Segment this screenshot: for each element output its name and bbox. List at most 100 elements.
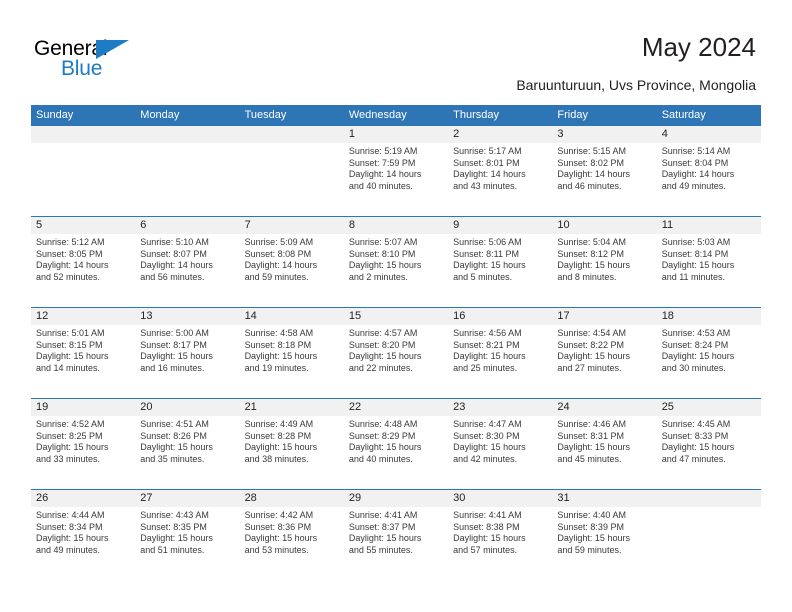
day-number-19[interactable]: 19: [31, 399, 135, 416]
day-cell-4[interactable]: Sunrise: 5:14 AM Sunset: 8:04 PM Daylight:…: [657, 143, 761, 216]
day-cell-31[interactable]: Sunrise: 4:40 AM Sunset: 8:39 PM Daylight:…: [552, 507, 656, 580]
calendar-page: General Blue May 2024 Baruunturuun, Uvs …: [0, 0, 792, 612]
day-28-sunset: Sunset: 8:36 PM: [244, 521, 312, 532]
day-23-daylight2: and 42 minutes.: [453, 453, 518, 464]
day-cell-14[interactable]: Sunrise: 4:58 AM Sunset: 8:18 PM Daylight:…: [240, 325, 344, 398]
day-cell-30[interactable]: Sunrise: 4:41 AM Sunset: 8:38 PM Daylight:…: [448, 507, 552, 580]
day-23-sunset: Sunset: 8:30 PM: [453, 430, 520, 441]
day-cell-20[interactable]: Sunrise: 4:51 AM Sunset: 8:26 PM Daylight:…: [135, 416, 239, 489]
day-number-25[interactable]: 25: [657, 399, 761, 416]
day-29-daylight1: Daylight: 15 hours: [348, 533, 422, 544]
day-number-21[interactable]: 21: [240, 399, 344, 416]
calendar-week-row: 12 13 14 15 16 17 18 Sunrise: 5:01 AM Sunset: 8:…: [31, 307, 761, 398]
general-blue-logo[interactable]: General Blue: [34, 37, 149, 82]
day-cell-7[interactable]: Sunrise: 5:09 AM Sunset: 8:08 PM Daylight:…: [240, 234, 344, 307]
day-7-sunset: Sunset: 8:08 PM: [244, 248, 312, 259]
day-22-daylight2: and 40 minutes.: [348, 453, 413, 464]
weekday-header-row: Sunday Monday Tuesday Wednesday Thursday Frid…: [31, 105, 761, 126]
day-cell-5[interactable]: Sunrise: 5:12 AM Sunset: 8:05 PM Daylight:…: [31, 234, 135, 307]
day-number-2[interactable]: 2: [448, 126, 552, 143]
day-number-4[interactable]: 4: [657, 126, 761, 143]
day-5-sunset: Sunset: 8:05 PM: [36, 248, 103, 259]
day-cell-11[interactable]: Sunrise: 5:03 AM Sunset: 8:14 PM Daylight:…: [657, 234, 761, 307]
day-number-28[interactable]: 28: [240, 490, 344, 507]
day-number-3[interactable]: 3: [552, 126, 656, 143]
day-number-26[interactable]: 26: [31, 490, 135, 507]
day-10-daylight1: Daylight: 15 hours: [557, 260, 630, 271]
day-number-23[interactable]: 23: [448, 399, 552, 416]
day-number-18[interactable]: 18: [657, 308, 761, 325]
day-cell-10[interactable]: Sunrise: 5:04 AM Sunset: 8:12 PM Daylight:…: [552, 234, 656, 307]
week-detail-row: Sunrise: 4:52 AM Sunset: 8:25 PM Daylight:…: [31, 416, 761, 489]
page-title: May 2024: [641, 32, 756, 62]
day-cell-25[interactable]: Sunrise: 4:45 AM Sunset: 8:33 PM Daylight:…: [657, 416, 761, 489]
day-number-1[interactable]: 1: [344, 126, 448, 143]
day-cell-24[interactable]: Sunrise: 4:46 AM Sunset: 8:31 PM Daylight:…: [552, 416, 656, 489]
day-cell-27[interactable]: Sunrise: 4:43 AM Sunset: 8:35 PM Daylight:…: [135, 507, 239, 580]
day-4-daylight1: Daylight: 14 hours: [661, 169, 735, 180]
day-cell-26[interactable]: Sunrise: 4:44 AM Sunset: 8:34 PM Daylight:…: [31, 507, 135, 580]
day-29-sunset: Sunset: 8:37 PM: [348, 521, 416, 532]
day-18-daylight2: and 30 minutes.: [661, 362, 726, 373]
day-cell-8[interactable]: Sunrise: 5:07 AM Sunset: 8:10 PM Daylight:…: [344, 234, 448, 307]
day-1-daylight2: and 40 minutes.: [348, 180, 413, 191]
day-cell-6[interactable]: Sunrise: 5:10 AM Sunset: 8:07 PM Daylight:…: [135, 234, 239, 307]
day-cell-21[interactable]: Sunrise: 4:49 AM Sunset: 8:28 PM Daylight:…: [240, 416, 344, 489]
day-cell-3[interactable]: Sunrise: 5:15 AM Sunset: 8:02 PM Daylight:…: [552, 143, 656, 216]
day-cell-22[interactable]: Sunrise: 4:48 AM Sunset: 8:29 PM Daylight:…: [344, 416, 448, 489]
day-number-12[interactable]: 12: [31, 308, 135, 325]
day-number-31[interactable]: 31: [552, 490, 656, 507]
day-cell-28[interactable]: Sunrise: 4:42 AM Sunset: 8:36 PM Daylight:…: [240, 507, 344, 580]
day-19-daylight2: and 33 minutes.: [36, 453, 101, 464]
day-cell-2[interactable]: Sunrise: 5:17 AM Sunset: 8:01 PM Daylight:…: [448, 143, 552, 216]
day-number-7[interactable]: 7: [240, 217, 344, 234]
day-cell-19[interactable]: Sunrise: 4:52 AM Sunset: 8:25 PM Daylight:…: [31, 416, 135, 489]
day-30-sunrise: Sunrise: 4:41 AM: [453, 510, 522, 520]
day-cell-23[interactable]: Sunrise: 4:47 AM Sunset: 8:30 PM Daylight:…: [448, 416, 552, 489]
day-number-13[interactable]: 13: [135, 308, 239, 325]
week-detail-row: Sunrise: 5:19 AM Sunset: 7:59 PM Daylight:…: [31, 143, 761, 216]
day-30-sunset: Sunset: 8:38 PM: [453, 521, 520, 532]
day-cell-16[interactable]: Sunrise: 4:56 AM Sunset: 8:21 PM Daylight:…: [448, 325, 552, 398]
day-number-24[interactable]: 24: [552, 399, 656, 416]
day-number-16[interactable]: 16: [448, 308, 552, 325]
day-cell-29[interactable]: Sunrise: 4:41 AM Sunset: 8:37 PM Daylight:…: [344, 507, 448, 580]
day-17-daylight2: and 27 minutes.: [557, 362, 622, 373]
day-6-daylight1: Daylight: 14 hours: [140, 260, 213, 271]
day-number-20[interactable]: 20: [135, 399, 239, 416]
day-number-15[interactable]: 15: [344, 308, 448, 325]
day-cell-15[interactable]: Sunrise: 4:57 AM Sunset: 8:20 PM Daylight:…: [344, 325, 448, 398]
day-number-14[interactable]: 14: [240, 308, 344, 325]
day-number-27[interactable]: 27: [135, 490, 239, 507]
day-number-10[interactable]: 10: [552, 217, 656, 234]
day-7-sunrise: Sunrise: 5:09 AM: [244, 237, 314, 247]
day-30-daylight2: and 57 minutes.: [453, 544, 518, 555]
day-cell-18[interactable]: Sunrise: 4:53 AM Sunset: 8:24 PM Daylight:…: [657, 325, 761, 398]
day-cell-17[interactable]: Sunrise: 4:54 AM Sunset: 8:22 PM Daylight:…: [552, 325, 656, 398]
day-9-sunrise: Sunrise: 5:06 AM: [453, 237, 522, 247]
day-number-29[interactable]: 29: [344, 490, 448, 507]
weekday-header-saturday: Saturday: [661, 109, 706, 121]
day-13-sunrise: Sunrise: 5:00 AM: [140, 328, 209, 338]
day-number-9[interactable]: 9: [448, 217, 552, 234]
day-number-17[interactable]: 17: [552, 308, 656, 325]
day-29-sunrise: Sunrise: 4:41 AM: [348, 510, 418, 520]
day-cell-1[interactable]: Sunrise: 5:19 AM Sunset: 7:59 PM Daylight:…: [344, 143, 448, 216]
day-number-30[interactable]: 30: [448, 490, 552, 507]
day-24-daylight2: and 45 minutes.: [557, 453, 622, 464]
day-number-8[interactable]: 8: [344, 217, 448, 234]
day-number-5[interactable]: 5: [31, 217, 135, 234]
day-number-11[interactable]: 11: [657, 217, 761, 234]
day-24-daylight1: Daylight: 15 hours: [557, 442, 630, 453]
day-4-daylight2: and 49 minutes.: [661, 180, 726, 191]
day-cell-13[interactable]: Sunrise: 5:00 AM Sunset: 8:17 PM Daylight:…: [135, 325, 239, 398]
day-21-daylight2: and 38 minutes.: [244, 453, 309, 464]
day-number-22[interactable]: 22: [344, 399, 448, 416]
day-cell-9[interactable]: Sunrise: 5:06 AM Sunset: 8:11 PM Daylight:…: [448, 234, 552, 307]
day-cell-12[interactable]: Sunrise: 5:01 AM Sunset: 8:15 PM Daylight:…: [31, 325, 135, 398]
day-number-6[interactable]: 6: [135, 217, 239, 234]
day-17-sunrise: Sunrise: 4:54 AM: [557, 328, 626, 338]
week-date-bar: 26 27 28 29 30 31: [31, 490, 761, 507]
day-22-daylight1: Daylight: 15 hours: [348, 442, 422, 453]
day-27-daylight1: Daylight: 15 hours: [140, 533, 213, 544]
